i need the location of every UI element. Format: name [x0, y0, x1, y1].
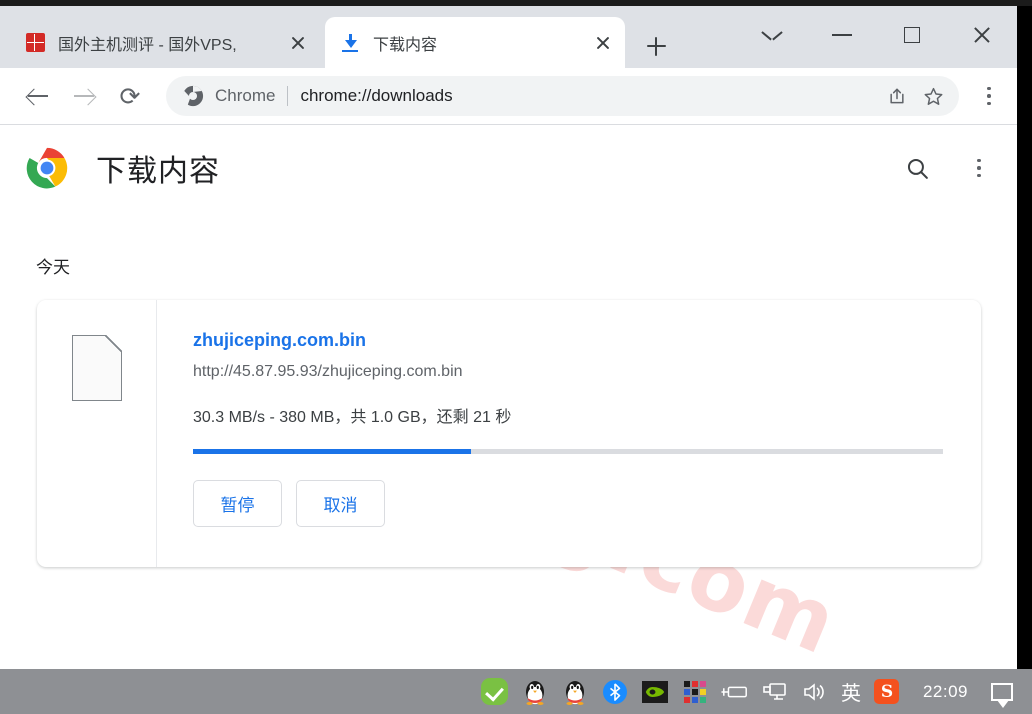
download-source-url: http://45.87.95.93/zhujiceping.com.bin	[193, 363, 463, 380]
downloads-more-menu-button[interactable]	[953, 146, 997, 190]
minimize-button[interactable]	[807, 14, 877, 56]
download-icon	[339, 32, 361, 54]
bookmark-star-icon[interactable]	[915, 78, 951, 114]
back-arrow-icon	[27, 85, 49, 107]
address-bar[interactable]: Chrome chrome://downloads	[166, 76, 959, 116]
download-progress-fill	[193, 449, 471, 454]
file-icon-column	[37, 300, 157, 567]
forward-button[interactable]	[64, 76, 104, 116]
chrome-menu-button[interactable]	[971, 76, 1007, 116]
back-button[interactable]	[18, 76, 58, 116]
download-item-card: zhujiceping.com.bin http://45.87.95.93/z…	[37, 300, 981, 567]
download-details: zhujiceping.com.bin http://45.87.95.93/z…	[157, 300, 981, 567]
section-date-label: 今天	[36, 258, 70, 277]
omnibox-divider	[287, 86, 289, 106]
tab-1[interactable]: 下载内容	[325, 17, 625, 68]
taskbar-clock[interactable]: 22:09	[923, 682, 968, 702]
omnibox-url-text[interactable]: chrome://downloads	[300, 86, 879, 106]
notification-icon[interactable]	[987, 677, 1017, 708]
download-filename-link[interactable]: zhujiceping.com.bin	[193, 330, 366, 351]
system-taskbar: 英 S 22:09	[0, 669, 1032, 714]
minimize-icon	[832, 34, 852, 36]
reload-button[interactable]: ⟳	[110, 76, 150, 116]
new-tab-button[interactable]	[640, 30, 672, 62]
tab-title: 下载内容	[373, 36, 438, 54]
page-title: 下载内容	[96, 155, 220, 188]
chevron-down-icon	[762, 25, 782, 45]
reload-icon: ⟳	[119, 81, 141, 111]
qq-penguin-icon[interactable]	[520, 677, 550, 707]
download-progress-bar	[193, 449, 943, 454]
site-favicon-icon	[24, 32, 46, 54]
nvidia-icon[interactable]	[640, 677, 670, 707]
close-icon	[972, 25, 992, 45]
tab-close-button[interactable]	[284, 29, 312, 57]
browser-toolbar: ⟳ Chrome chrome://downloads	[0, 68, 1017, 125]
close-window-button[interactable]	[947, 14, 1017, 56]
chrome-logo-icon	[26, 147, 68, 189]
omnibox-brand-label: Chrome	[215, 86, 276, 105]
share-icon[interactable]	[879, 78, 915, 114]
qq-penguin-icon[interactable]	[560, 677, 590, 707]
generic-file-icon	[71, 334, 123, 401]
window-controls	[737, 14, 1017, 56]
download-actions: 暂停 取消	[193, 480, 981, 527]
maximize-icon	[904, 27, 920, 43]
forward-arrow-icon	[73, 85, 95, 107]
search-icon[interactable]	[895, 146, 939, 190]
download-status-text: 30.3 MB/s - 380 MB，共 1.0 GB，还剩 21 秒	[193, 409, 512, 426]
downloads-page: zhujiceping.com 下载内容	[0, 125, 1017, 669]
pause-button[interactable]: 暂停	[193, 480, 282, 527]
color-grid-icon[interactable]	[680, 677, 710, 707]
tab-strip: 国外主机测评 - 国外VPS, 下载内容	[0, 6, 1017, 68]
chrome-browser-window: 国外主机测评 - 国外VPS, 下载内容 ⟳ Chrome chrome://d…	[0, 6, 1017, 669]
ime-indicator[interactable]: 英	[841, 677, 861, 706]
volume-icon[interactable]	[800, 677, 830, 707]
tab-title: 国外主机测评 - 国外VPS,	[58, 36, 237, 54]
screen: 国外主机测评 - 国外VPS, 下载内容 ⟳ Chrome chrome://d…	[0, 0, 1032, 714]
tab-0[interactable]: 国外主机测评 - 国外VPS,	[10, 17, 320, 68]
more-vert-icon	[987, 86, 991, 91]
shield-check-icon[interactable]	[480, 677, 510, 707]
battery-icon[interactable]	[720, 677, 750, 707]
tab-search-button[interactable]	[737, 14, 807, 56]
display-icon[interactable]	[760, 677, 790, 707]
omnibox-action-icons	[879, 78, 951, 114]
tab-close-button[interactable]	[589, 29, 617, 57]
chrome-logo-mono-icon	[182, 85, 204, 107]
cancel-button[interactable]: 取消	[296, 480, 385, 527]
page-header: 下载内容	[0, 125, 1017, 211]
sogou-input-icon[interactable]: S	[872, 677, 902, 707]
bluetooth-icon[interactable]	[600, 677, 630, 707]
maximize-button[interactable]	[877, 14, 947, 56]
